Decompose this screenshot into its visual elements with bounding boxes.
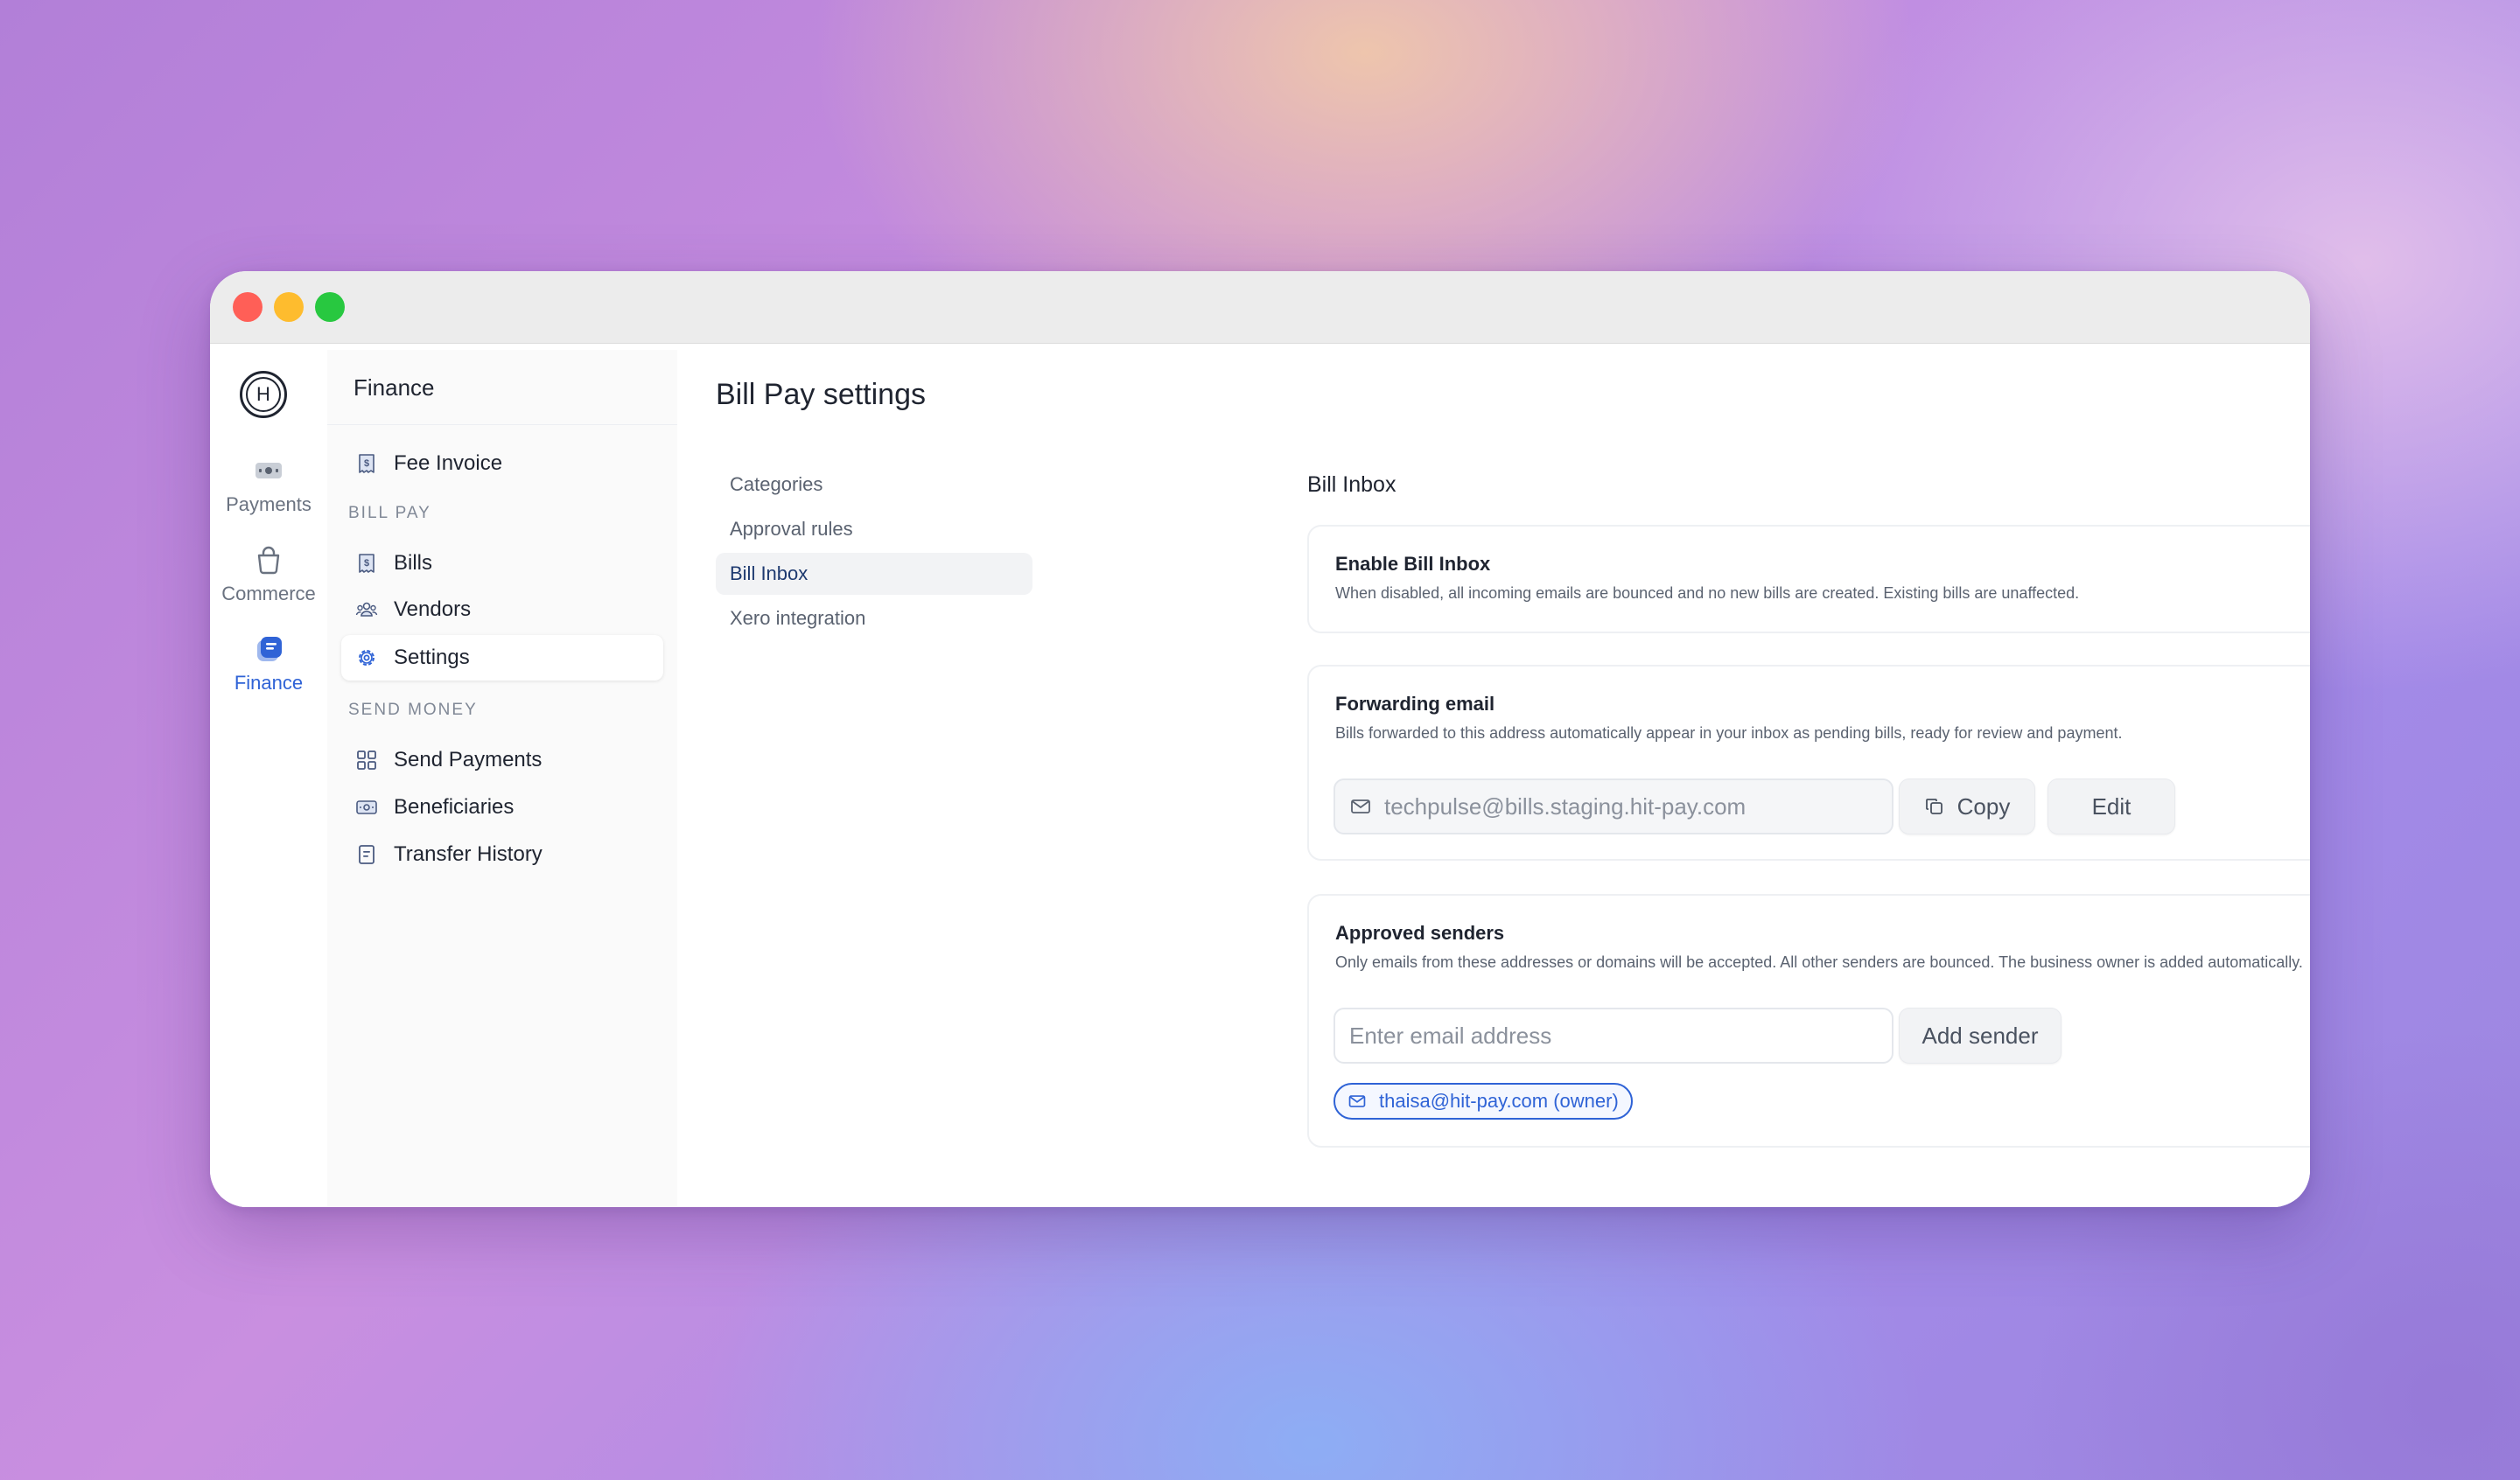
add-sender-label: Add sender — [1922, 1022, 2039, 1049]
finance-sidebar: Finance $ Fee Invoice BILL PAY $ Bills V… — [327, 350, 678, 1207]
invoice-dollar-icon: $ — [359, 454, 374, 473]
subnav-xero-integration[interactable]: Xero integration — [716, 597, 1032, 639]
sidebar-item-fee-invoice[interactable]: $ Fee Invoice — [341, 441, 663, 486]
sidebar-label-send-payments: Send Payments — [394, 748, 542, 771]
sidebar-label-vendors: Vendors — [394, 597, 472, 621]
subnav-categories[interactable]: Categories — [716, 464, 1032, 506]
svg-text:$: $ — [364, 458, 369, 469]
forwarding-description: Bills forwarded to this address automati… — [1335, 724, 2123, 742]
copy-icon — [1925, 799, 1942, 814]
sender-chip-label: thaisa@hit-pay.com (owner) — [1379, 1090, 1619, 1112]
document-list-icon — [359, 845, 374, 864]
approved-description: Only emails from these addresses or doma… — [1335, 953, 2303, 971]
main-content: Bill Pay settings Categories Approval ru… — [677, 350, 2310, 1207]
maximize-window-button[interactable] — [315, 292, 345, 322]
forwarding-email-card: Forwarding email Bills forwarded to this… — [1307, 665, 2310, 861]
sidebar-item-send-payments[interactable]: Send Payments — [341, 737, 663, 783]
forwarding-email-field[interactable]: techpulse@bills.staging.hit-pay.com — [1334, 778, 1894, 834]
mail-icon — [1351, 799, 1370, 813]
sidebar-item-vendors[interactable]: Vendors — [341, 587, 663, 632]
rail-item-payments[interactable]: Payments — [210, 455, 327, 516]
sender-chip[interactable]: thaisa@hit-pay.com (owner) — [1334, 1083, 1633, 1120]
mail-icon — [1348, 1095, 1366, 1107]
app-rail: H Payments Commerce Finance — [210, 350, 328, 1207]
copy-label: Copy — [1956, 792, 2011, 820]
copy-email-button[interactable]: Copy — [1899, 778, 2035, 834]
sender-email-field[interactable] — [1334, 1008, 1894, 1064]
sidebar-item-transfer-history[interactable]: Transfer History — [341, 832, 663, 877]
rail-label-finance: Finance — [234, 672, 304, 694]
close-window-button[interactable] — [233, 292, 262, 322]
rail-item-commerce[interactable]: Commerce — [210, 544, 327, 605]
sender-email-input[interactable] — [1335, 1022, 1892, 1050]
forwarding-email-value: techpulse@bills.staging.hit-pay.com — [1384, 792, 1746, 820]
title-bar — [210, 271, 2310, 344]
svg-text:$: $ — [364, 558, 369, 569]
shopping-bag-icon — [257, 546, 280, 575]
hitpay-logo[interactable]: H — [240, 371, 287, 418]
sidebar-label-fee-invoice: Fee Invoice — [394, 451, 503, 475]
section-title: Bill Inbox — [1307, 472, 1396, 497]
logo-letter: H — [256, 383, 270, 405]
edit-email-button[interactable]: Edit — [2048, 778, 2175, 834]
sidebar-label-transfer-history: Transfer History — [394, 842, 542, 866]
enable-bill-inbox-card: Enable Bill Inbox When disabled, all inc… — [1307, 525, 2310, 633]
rail-label-payments: Payments — [226, 493, 312, 515]
rail-item-finance[interactable]: Finance — [210, 633, 327, 695]
enable-title: Enable Bill Inbox — [1335, 553, 1491, 575]
payments-icon — [256, 463, 282, 478]
vendors-group-icon — [355, 602, 378, 617]
sidebar-label-beneficiaries: Beneficiaries — [394, 795, 514, 819]
approved-senders-card: Approved senders Only emails from these … — [1307, 894, 2310, 1148]
grid-icon — [357, 750, 376, 770]
banknote-icon — [356, 800, 377, 814]
bill-dollar-icon: $ — [359, 554, 374, 573]
enable-description: When disabled, all incoming emails are b… — [1335, 584, 2080, 602]
rail-label-commerce: Commerce — [221, 583, 316, 604]
page-title: Bill Pay settings — [716, 378, 926, 411]
section-label-send-money: SEND MONEY — [348, 701, 478, 719]
sidebar-divider — [327, 424, 677, 425]
subnav-approval-rules[interactable]: Approval rules — [716, 508, 1032, 550]
edit-label: Edit — [2091, 792, 2132, 820]
sidebar-title: Finance — [354, 374, 435, 401]
finance-icon — [257, 637, 282, 661]
subnav-bill-inbox[interactable]: Bill Inbox — [716, 553, 1032, 595]
app-window: H Payments Commerce Finance Finance $ Fe… — [210, 271, 2310, 1207]
sidebar-label-bills: Bills — [394, 551, 433, 575]
sidebar-label-settings: Settings — [394, 646, 470, 669]
sidebar-item-bills[interactable]: $ Bills — [341, 541, 663, 586]
section-label-bill-pay: BILL PAY — [348, 504, 431, 522]
forwarding-title: Forwarding email — [1335, 693, 1495, 715]
sidebar-item-beneficiaries[interactable]: Beneficiaries — [341, 785, 663, 830]
gear-icon — [359, 650, 374, 666]
add-sender-button[interactable]: Add sender — [1899, 1008, 2062, 1064]
minimize-window-button[interactable] — [274, 292, 304, 322]
approved-title: Approved senders — [1335, 922, 1505, 944]
sidebar-item-settings[interactable]: Settings — [341, 635, 663, 681]
